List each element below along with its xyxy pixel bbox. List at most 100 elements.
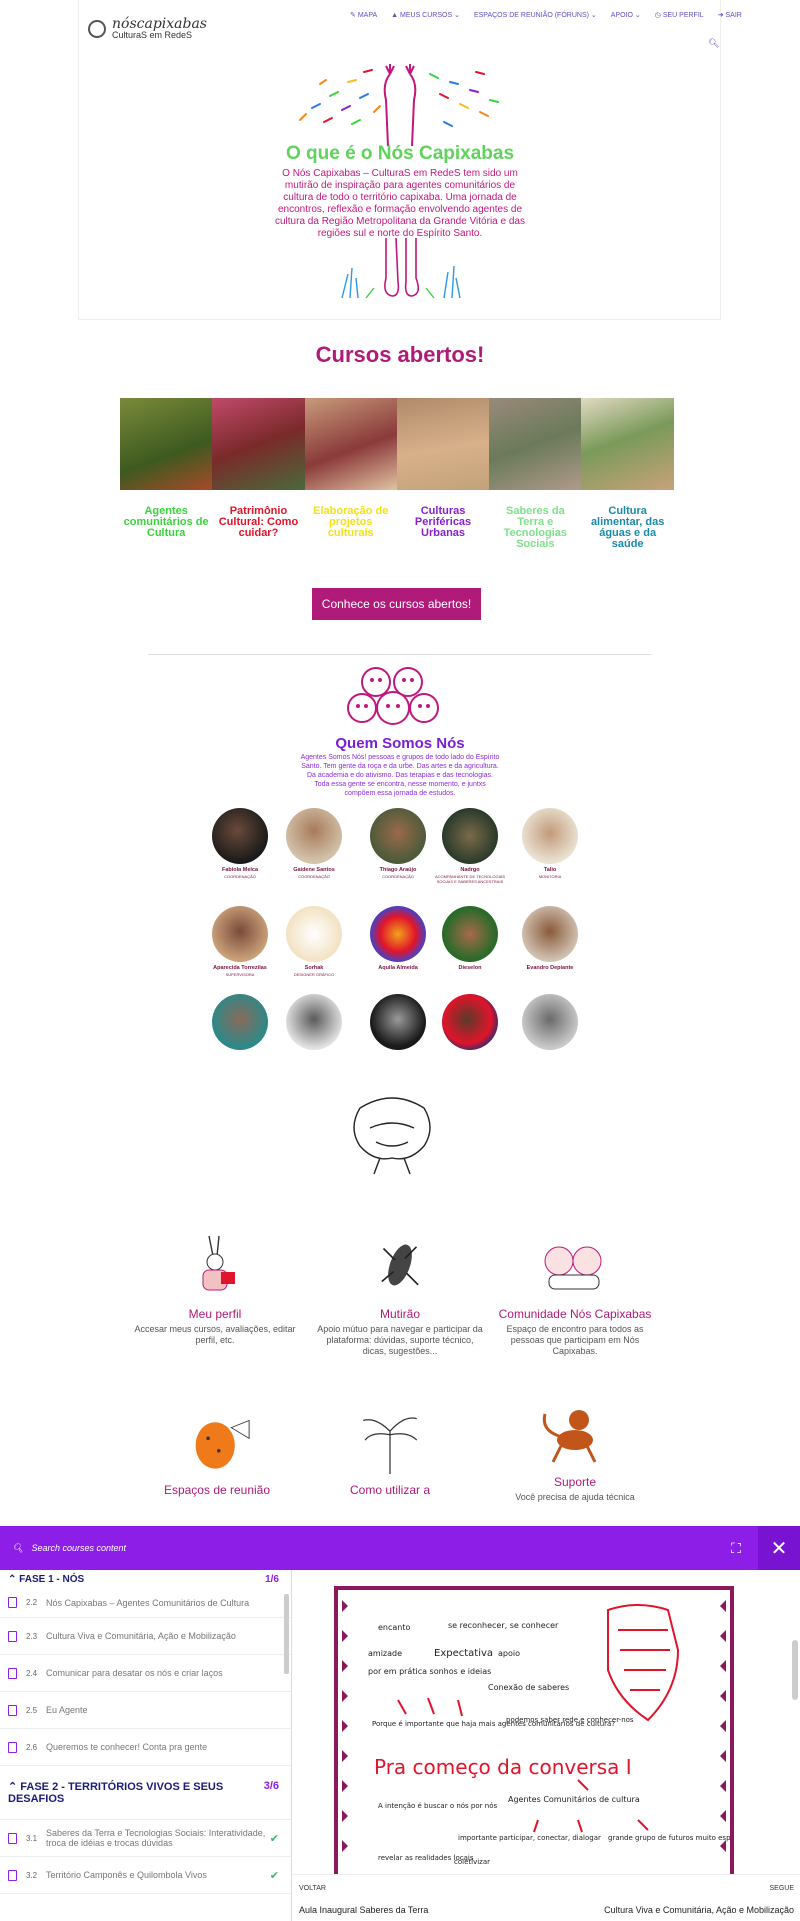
member-name: Gaidene Santos (293, 867, 335, 873)
avatar (370, 906, 426, 962)
course-card-perifericas[interactable]: Culturas Periféricas Urbanas (396, 398, 490, 550)
lesson-title: Queremos te conhecer! Conta pra gente (46, 1742, 208, 1752)
course-title[interactable]: Patrimônio Cultural: Como cuidar? (212, 506, 304, 539)
about-description: Agentes Somos Nós! pessoas e grupos de t… (300, 754, 500, 797)
team-member[interactable]: Sorhak DESIGNER GRÁFICO (274, 906, 354, 977)
sidebar-scrollbar[interactable] (284, 1594, 289, 1674)
course-card-agentes[interactable]: Agentes comunitários de Cultura (120, 398, 213, 550)
course-image[interactable] (396, 398, 490, 490)
team-member[interactable]: Gaidene Santos COORDENAÇÃO (274, 808, 354, 879)
course-card-saberes[interactable]: Saberes da Terra e Tecnologias Sociais (489, 398, 582, 550)
lesson-item[interactable]: 2.2 Nós Capixabas – Agentes Comunitários … (0, 1588, 291, 1618)
nav-support[interactable]: APOIO ⌄ (611, 11, 641, 19)
feature-mutirao[interactable]: Mutirão Apoio mútuo para navegar e parti… (315, 1232, 485, 1357)
feature-meeting-spaces[interactable]: Espaços de reunião (132, 1408, 302, 1497)
nav-profile[interactable]: ◷ SEU PERFIL (655, 11, 704, 19)
course-image[interactable] (120, 398, 213, 490)
course-title[interactable]: Elaboração de projetos culturais (305, 506, 397, 539)
course-image[interactable] (304, 398, 397, 490)
feature-my-profile[interactable]: Meu perfil Accesar meus cursos, avaliaçõ… (130, 1232, 300, 1346)
course-card-alimentar[interactable]: Cultura alimentar, das águas e da saúde (581, 398, 674, 550)
lesson-item[interactable]: 2.3 Cultura Viva e Comunitária, Ação e Mo… (0, 1618, 291, 1655)
course-title[interactable]: Saberes da Terra e Tecnologias Sociais (489, 506, 581, 550)
team-member[interactable]: Aquila Almeida (358, 906, 438, 972)
lesson-item[interactable]: 2.4 Comunicar para desatar os nós e criar… (0, 1655, 291, 1692)
poster-word: coletivizar (454, 1858, 490, 1866)
open-courses-button[interactable]: Conhece os cursos abertos! (312, 588, 481, 620)
team-member[interactable]: Dieselon (430, 906, 510, 972)
lesson-item[interactable]: 3.2 Território Camponês e Quilombola Vivo… (0, 1857, 291, 1894)
avatar (522, 808, 578, 864)
lesson-number: 2.6 (26, 1742, 38, 1752)
course-search-input[interactable]: Search courses content (31, 1543, 126, 1553)
nav-forums[interactable]: ESPAÇOS DE REUNIÃO (FÓRUNS) ⌄ (474, 11, 597, 19)
lesson-item[interactable]: 2.5 Eu Agente (0, 1692, 291, 1729)
member-name: Evandro Depiante (526, 965, 574, 971)
lesson-item[interactable]: 3.1 Saberes da Terra e Tecnologias Sociai… (0, 1820, 291, 1857)
feature-title[interactable]: Suporte (490, 1475, 660, 1489)
close-icon[interactable]: ✕ (758, 1526, 800, 1570)
feature-how-to-use[interactable]: Como utilizar a (305, 1408, 475, 1497)
feature-title[interactable]: Mutirão (315, 1307, 485, 1321)
lesson-number: 2.5 (26, 1705, 38, 1715)
feature-description: Espaço de encontro para todos as pessoas… (506, 1324, 644, 1356)
feature-title[interactable]: Como utilizar a (305, 1483, 475, 1497)
team-member[interactable] (510, 994, 590, 1050)
avatar (212, 808, 268, 864)
prev-label[interactable]: VOLTAR (299, 1885, 326, 1892)
prev-lesson-link[interactable]: Aula Inaugural Saberes da Terra (299, 1905, 428, 1915)
lesson-number: 2.3 (26, 1631, 38, 1641)
top-nav: ✎ MAPA ▲ MEUS CURSOS ⌄ ESPAÇOS DE REUNIÃ… (350, 11, 742, 19)
course-title[interactable]: Cultura alimentar, das águas e da saúde (581, 506, 673, 550)
next-lesson-link[interactable]: Cultura Viva e Comunitária, Ação e Mobil… (604, 1905, 794, 1915)
feature-community[interactable]: Comunidade Nós Capixabas Espaço de encon… (490, 1232, 660, 1357)
team-member[interactable]: Evandro Depiante (510, 906, 590, 972)
member-role: ACOMPANHANTE DE TECNOLOGIAS SOCIAIS E SA… (434, 874, 506, 884)
lesson-icon (8, 1832, 17, 1844)
team-member[interactable]: Thiago Araújo COORDENAÇÃO (358, 808, 438, 879)
feature-title[interactable]: Comunidade Nós Capixabas (490, 1307, 660, 1321)
site-logo[interactable]: nóscapixabas CulturaS em RedeS (88, 16, 207, 40)
feature-title[interactable]: Espaços de reunião (132, 1483, 302, 1497)
team-member[interactable]: Fabiola Melca COORDENAÇÃO (200, 808, 280, 879)
team-member[interactable]: Talio MONITORIA (510, 808, 590, 879)
expand-icon[interactable]: ⛶ (728, 1540, 744, 1556)
feature-support[interactable]: Suporte Você precisa de ajuda técnica (490, 1400, 660, 1503)
logo-title: nóscapixabas (112, 16, 207, 32)
course-image[interactable] (212, 398, 305, 490)
course-title[interactable]: Culturas Periféricas Urbanas (397, 506, 489, 539)
content-scrollbar[interactable] (792, 1640, 798, 1700)
nav-my-courses-label: MEUS CURSOS (400, 12, 453, 19)
nav-my-courses[interactable]: ▲ MEUS CURSOS ⌄ (391, 11, 460, 19)
check-icon: ✔ (269, 1832, 279, 1845)
nav-logout[interactable]: ➜ SAIR (718, 11, 742, 19)
reading-rabbit-icon (202, 1235, 235, 1291)
next-label[interactable]: SEGUE (769, 1885, 794, 1892)
team-member[interactable]: Nadrgo ACOMPANHANTE DE TECNOLOGIAS SOCIAI… (430, 808, 510, 884)
avatar (212, 906, 268, 962)
course-card-projetos[interactable]: Elaboração de projetos culturais (304, 398, 397, 550)
member-name: Fabiola Melca (221, 867, 259, 873)
course-title[interactable]: Agentes comunitários de Cultura (120, 506, 212, 539)
course-image[interactable] (489, 398, 582, 490)
avatar (212, 994, 268, 1050)
course-image[interactable] (581, 398, 674, 490)
team-member[interactable]: Aparecida Torrezilas SUPERVISORA (200, 906, 280, 977)
nav-support-label: APOIO (610, 12, 633, 19)
team-member[interactable] (430, 994, 510, 1050)
feature-title[interactable]: Meu perfil (130, 1307, 300, 1321)
course-search-bar: 🔍︎ Search courses content ⛶ ✕ (0, 1526, 800, 1570)
course-search[interactable]: 🔍︎ Search courses content (12, 1543, 126, 1554)
course-card-patrimonio[interactable]: Patrimônio Cultural: Como cuidar? (212, 398, 305, 550)
team-member[interactable] (358, 994, 438, 1050)
lesson-title: Saberes da Terra e Tecnologias Sociais: … (46, 1828, 266, 1848)
nav-map[interactable]: ✎ MAPA (350, 11, 377, 19)
lesson-item[interactable]: 2.6 Queremos te conhecer! Conta pra gente (0, 1729, 291, 1766)
team-member[interactable] (200, 994, 280, 1050)
team-member[interactable] (274, 994, 354, 1050)
search-icon[interactable]: 🔍︎ (708, 38, 719, 49)
avatar (442, 808, 498, 864)
phase-2-header[interactable]: ⌃ FASE 2 - TERRITÓRIOS VIVOS E SEUS DESA… (0, 1766, 291, 1820)
phase-1-header[interactable]: ⌃ FASE 1 - NÓS 1/6 (0, 1570, 291, 1588)
lesson-number: 3.1 (26, 1833, 38, 1843)
